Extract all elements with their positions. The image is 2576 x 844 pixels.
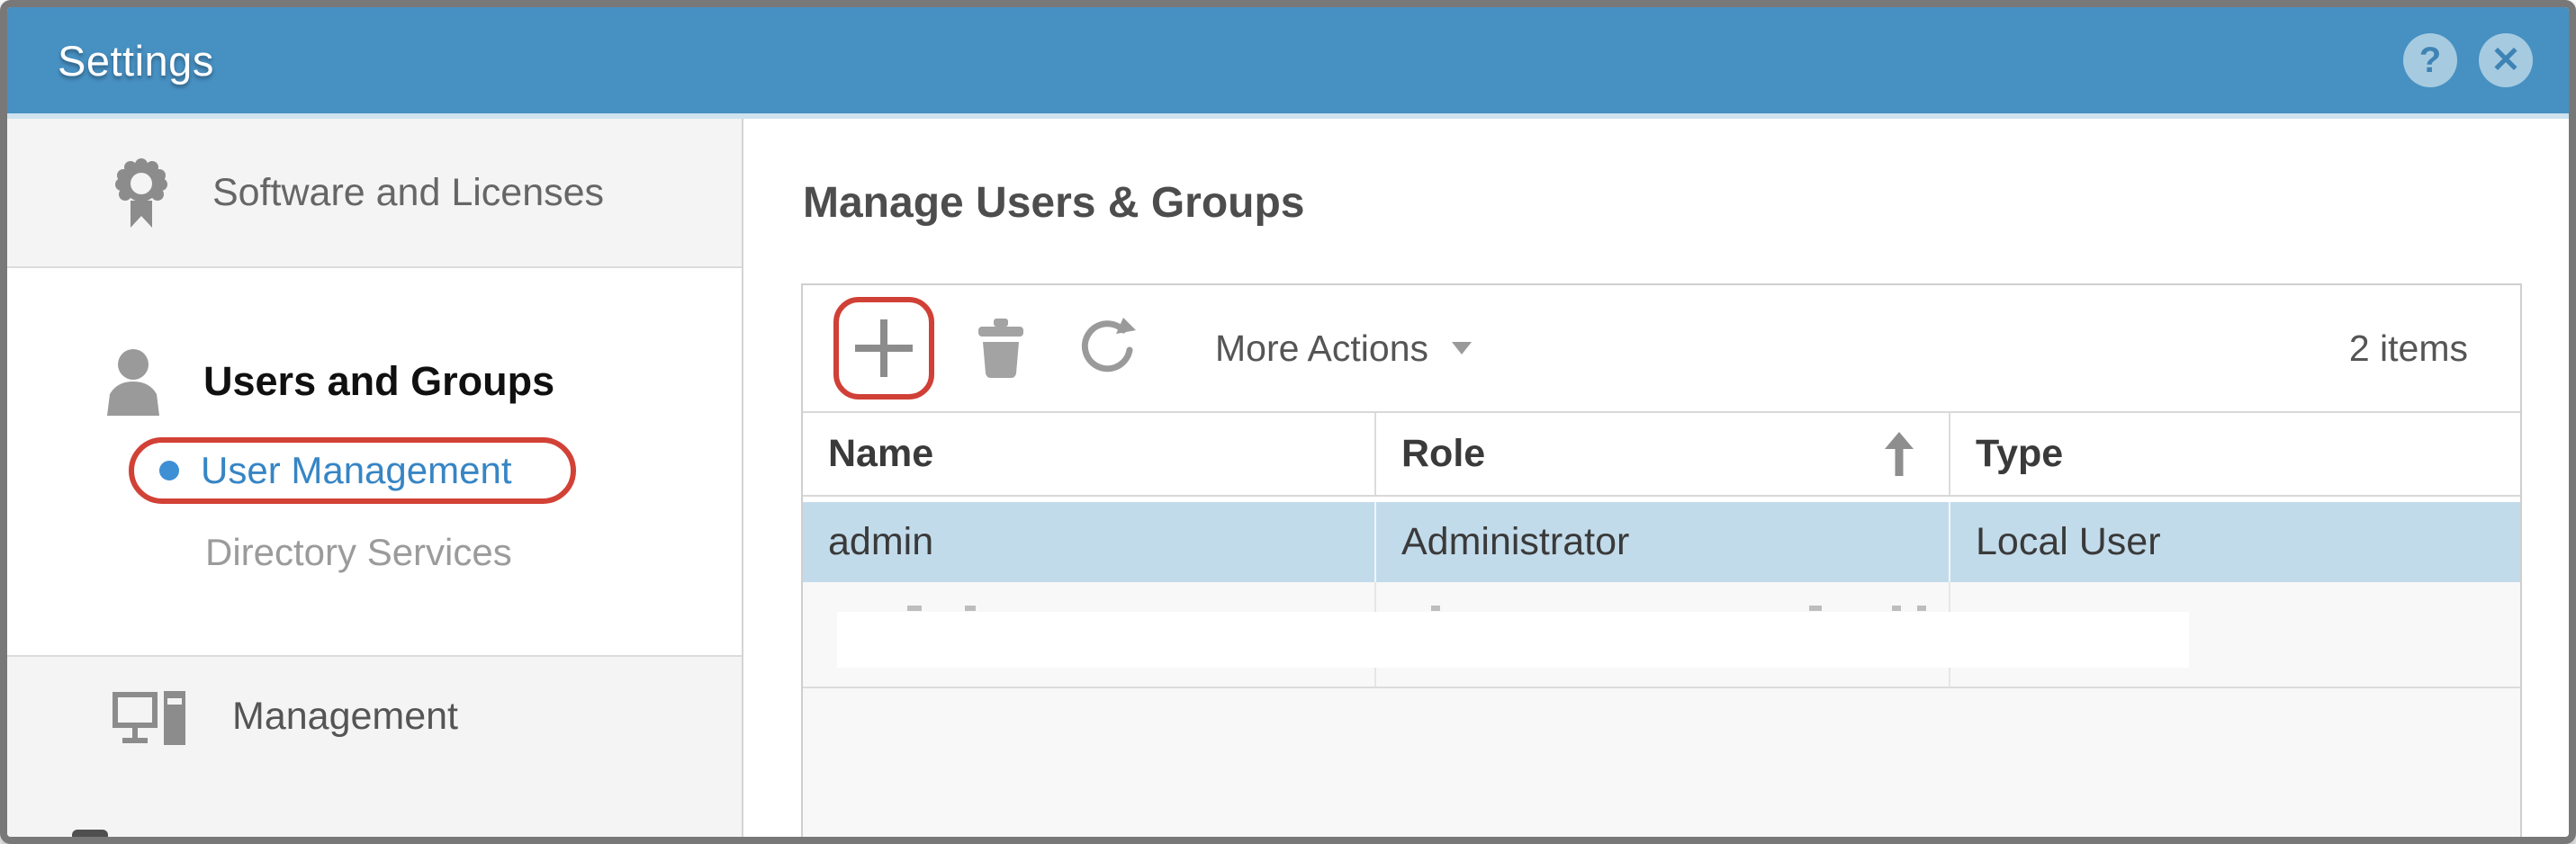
sidebar-item-software-and-licenses[interactable]: Software and Licenses bbox=[7, 119, 742, 268]
annotation-highlight-add-button bbox=[833, 297, 934, 400]
bullet-dot-icon bbox=[159, 461, 179, 480]
dropdown-caret-icon bbox=[1452, 342, 1472, 355]
refresh-button[interactable] bbox=[1076, 318, 1139, 379]
table-header-row: Name Role Type bbox=[803, 413, 2520, 497]
window-title: Settings bbox=[58, 36, 214, 85]
delete-user-button[interactable] bbox=[976, 319, 1026, 378]
redaction-overlay bbox=[837, 612, 2189, 668]
table-row-admin[interactable]: admin Administrator Local User bbox=[803, 502, 2520, 582]
column-header-role[interactable]: Role bbox=[1374, 413, 1949, 495]
column-header-type[interactable]: Type bbox=[1949, 413, 2520, 495]
more-actions-label: More Actions bbox=[1215, 328, 1428, 370]
titlebar-buttons: ? ✕ bbox=[2403, 33, 2533, 87]
sidebar-item-label: Users and Groups bbox=[203, 358, 554, 405]
cell-name: admin bbox=[803, 502, 1374, 582]
redacted-text-remnant bbox=[1431, 606, 1440, 611]
sort-asc-icon bbox=[1882, 431, 1916, 478]
table-row-redacted[interactable] bbox=[803, 582, 2520, 688]
user-icon bbox=[103, 347, 164, 416]
close-icon[interactable]: ✕ bbox=[2479, 33, 2533, 87]
more-actions-dropdown[interactable]: More Actions bbox=[1215, 328, 1472, 370]
redacted-text-remnant bbox=[1809, 606, 1822, 611]
sidebar-item-user-management[interactable]: User Management bbox=[201, 449, 512, 492]
redacted-text-remnant bbox=[1917, 606, 1926, 611]
refresh-icon bbox=[1076, 318, 1139, 379]
partially-visible-sidebar-icon bbox=[72, 830, 108, 839]
sidebar-item-directory-services[interactable]: Directory Services bbox=[205, 531, 742, 574]
redacted-text-remnant bbox=[907, 606, 922, 611]
award-icon bbox=[113, 156, 169, 229]
dialog-body: Software and Licenses Users and Groups U… bbox=[7, 119, 2569, 839]
redacted-text-remnant bbox=[965, 606, 976, 611]
page-title: Manage Users & Groups bbox=[803, 178, 1304, 228]
computer-icon bbox=[112, 689, 191, 752]
column-header-name[interactable]: Name bbox=[803, 413, 1374, 495]
add-user-button[interactable] bbox=[853, 318, 914, 379]
cell-role: Administrator bbox=[1374, 502, 1949, 582]
redacted-text-remnant bbox=[1892, 606, 1901, 611]
main-content: Manage Users & Groups bbox=[743, 119, 2569, 839]
table-toolbar: More Actions 2 items bbox=[803, 285, 2520, 413]
sidebar-item-label: Management bbox=[232, 695, 458, 739]
help-icon[interactable]: ? bbox=[2403, 33, 2457, 87]
annotation-highlight-user-management: User Management bbox=[129, 437, 576, 504]
users-table-panel: More Actions 2 items Name Role bbox=[801, 283, 2522, 839]
sidebar-item-management[interactable]: Management bbox=[7, 655, 742, 839]
titlebar: Settings ? ✕ bbox=[7, 7, 2569, 119]
trash-icon bbox=[976, 319, 1026, 378]
table-empty-area bbox=[803, 688, 2520, 839]
sidebar: Software and Licenses Users and Groups U… bbox=[7, 119, 743, 839]
cell-type: Local User bbox=[1949, 502, 2520, 582]
sidebar-item-label: Software and Licenses bbox=[212, 171, 604, 215]
plus-icon bbox=[853, 318, 914, 379]
column-header-label: Role bbox=[1401, 432, 1485, 476]
settings-dialog: Settings ? ✕ bbox=[0, 0, 2576, 844]
items-count: 2 items bbox=[2349, 328, 2468, 370]
sidebar-item-users-and-groups[interactable]: Users and Groups bbox=[7, 347, 742, 416]
